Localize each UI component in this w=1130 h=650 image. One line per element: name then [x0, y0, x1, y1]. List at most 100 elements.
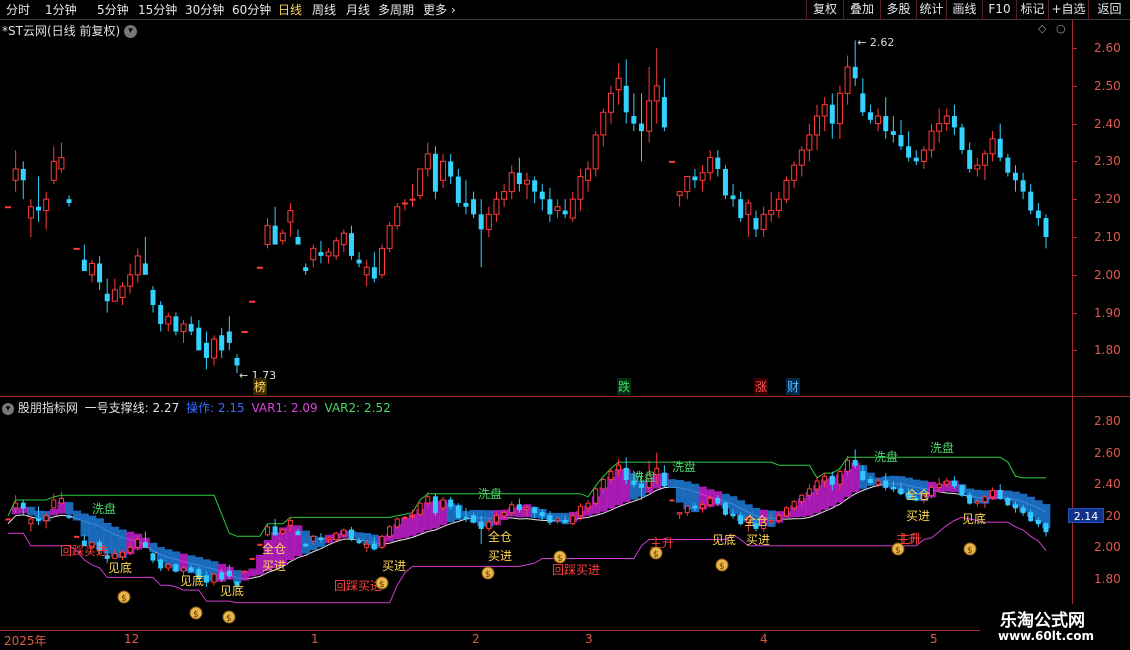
candle — [936, 108, 943, 143]
candle — [81, 244, 87, 272]
candle — [287, 202, 294, 237]
candle — [264, 218, 271, 249]
overlay-button[interactable]: 叠加 — [843, 0, 880, 20]
period-tab-30min[interactable]: 30分钟 — [185, 2, 224, 18]
candle — [20, 161, 26, 200]
signal-label: 全仓 — [906, 487, 930, 502]
candle — [684, 176, 691, 200]
signal-label: 洗盘 — [92, 501, 116, 516]
candle — [303, 263, 309, 275]
period-tab-monthly[interactable]: 月线 — [346, 2, 370, 18]
candle — [279, 229, 286, 245]
period-tab-minute[interactable]: 分时 — [6, 2, 30, 18]
period-tab-5min[interactable]: 5分钟 — [97, 2, 129, 18]
add-watchlist-button[interactable]: +自选 — [1048, 0, 1088, 20]
band-segment — [65, 502, 74, 515]
signal-label: 买进 — [262, 559, 286, 573]
candle — [631, 93, 637, 132]
back-button[interactable]: 返回 — [1088, 0, 1130, 20]
candle — [577, 168, 584, 211]
mark-button[interactable]: 标记 — [1016, 0, 1048, 20]
f10-button[interactable]: F10 — [982, 0, 1016, 20]
candle — [1012, 165, 1018, 192]
price-axis-tick: 2.60 — [1094, 41, 1121, 55]
candle — [371, 252, 377, 283]
event-marker-rise[interactable]: 涨 — [754, 378, 769, 395]
band-segment — [401, 517, 410, 538]
signal-label: 见底 — [108, 560, 132, 575]
candle — [188, 316, 194, 336]
candle — [753, 210, 759, 237]
period-tab-15min[interactable]: 15分钟 — [138, 2, 177, 18]
candle — [516, 157, 522, 192]
candle — [860, 78, 866, 117]
candle — [532, 176, 538, 203]
candle — [256, 266, 263, 269]
event-marker-rank[interactable]: 榜 — [253, 378, 268, 395]
candle — [738, 191, 744, 222]
candle — [669, 160, 676, 163]
multi-stock-button[interactable]: 多股 — [880, 0, 916, 20]
period-tab-more[interactable]: 更多 › — [423, 2, 456, 18]
adjust-button[interactable]: 复权 — [806, 0, 843, 20]
indicator-panel[interactable]: ▾ 股朋指标网 一号支撑线: 2.27 操作: 2.15 VAR1: 2.09 … — [0, 396, 1130, 631]
candle — [867, 104, 873, 124]
candle — [623, 59, 629, 124]
event-marker-drop[interactable]: 跌 — [617, 378, 632, 395]
chevron-right-icon: › — [450, 3, 456, 17]
candle — [906, 131, 912, 162]
price-axis-tick-mark — [1072, 161, 1077, 163]
candle — [478, 199, 484, 268]
candle — [310, 244, 317, 268]
event-rank-text: 榜 — [254, 380, 267, 394]
candle — [791, 161, 798, 188]
candle — [508, 165, 515, 200]
period-tab-1min[interactable]: 1分钟 — [45, 2, 77, 18]
period-tab-60min[interactable]: 60分钟 — [232, 2, 271, 18]
candle — [707, 150, 714, 181]
candle — [798, 146, 805, 177]
signal-label: 洗盘 — [930, 440, 954, 455]
indicator-candle — [5, 518, 11, 521]
svg-text:$: $ — [193, 610, 199, 620]
price-axis-tick-mark — [1072, 350, 1077, 352]
band-segment — [675, 479, 684, 503]
statistics-button[interactable]: 统计 — [916, 0, 946, 20]
candle — [196, 320, 202, 351]
candle — [219, 327, 225, 358]
period-tab-weekly[interactable]: 周线 — [312, 2, 336, 18]
period-tab-daily[interactable]: 日线 — [278, 2, 302, 18]
band-segment — [248, 568, 257, 577]
candle — [150, 286, 156, 313]
signal-label: 买进 — [906, 509, 930, 523]
indicator-candle — [852, 449, 858, 469]
event-marker-finance[interactable]: 财 — [786, 378, 801, 395]
price-axis-tick-mark — [1072, 85, 1077, 87]
candle — [318, 240, 324, 264]
candle — [760, 206, 767, 237]
indicator-candle — [959, 484, 965, 497]
period-tab-multi[interactable]: 多周期 — [378, 2, 414, 18]
candle — [951, 104, 957, 135]
price-chart-panel[interactable]: *ST云网(日线 前复权) ▾ ◇ ○ 2.60 2.50 2.40 2.30 2.20… — [0, 20, 1130, 396]
candle — [211, 335, 218, 366]
candle — [920, 146, 927, 169]
money-bag-icon: $ — [481, 566, 495, 580]
candle — [844, 55, 851, 105]
price-axis-tick: 1.90 — [1094, 305, 1121, 320]
candle — [997, 123, 1003, 162]
indicator-candle — [661, 465, 667, 488]
indicator-candle — [348, 526, 354, 542]
candle — [356, 252, 362, 268]
indicator-candle — [982, 495, 988, 508]
candle — [463, 180, 469, 215]
money-bag-icon: $ — [715, 558, 729, 572]
signal-label: 洗盘 — [672, 459, 696, 474]
time-label-may: 5 — [930, 632, 938, 646]
signal-label: 买进 — [746, 533, 770, 547]
candle — [1035, 202, 1041, 226]
indicator-candle — [165, 563, 171, 572]
signal-label: 回踩买进 — [334, 579, 382, 593]
draw-line-button[interactable]: 画线 — [946, 0, 982, 20]
candle — [27, 199, 34, 237]
